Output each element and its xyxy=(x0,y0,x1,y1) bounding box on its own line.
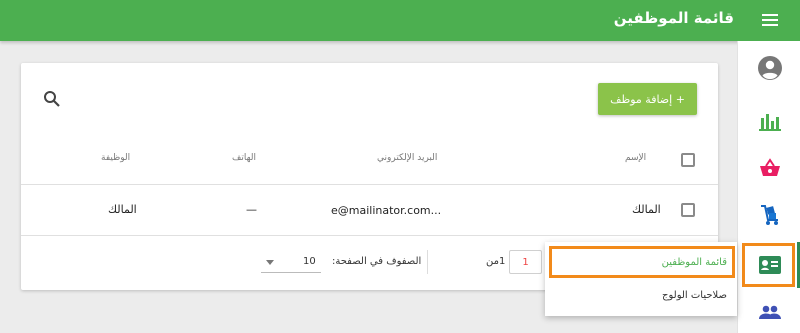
sidebar-item-profile[interactable] xyxy=(738,45,800,91)
sidebar-item-purchases[interactable] xyxy=(738,192,800,238)
select-all-checkbox[interactable] xyxy=(681,153,695,167)
row-checkbox[interactable] xyxy=(681,203,695,217)
hamburger-menu-icon[interactable] xyxy=(762,14,778,26)
group-icon xyxy=(758,305,781,319)
cell-email: e@mailinator.com... xyxy=(331,204,442,217)
sidebar-item-stats[interactable] xyxy=(738,99,800,145)
bar-chart-icon xyxy=(758,114,781,131)
menu-item-access-permissions[interactable]: صلاحيات الولوج xyxy=(662,290,727,301)
column-header-email[interactable]: البريد الإلكتروني xyxy=(377,153,437,163)
sidebar xyxy=(737,41,800,333)
add-employee-button[interactable]: + إضافة موظف xyxy=(598,83,697,115)
chevron-down-icon xyxy=(266,260,274,265)
highlight-box xyxy=(742,243,795,287)
user-circle-icon xyxy=(757,56,782,80)
top-app-bar: قائمة الموظفين xyxy=(0,0,800,41)
column-header-phone[interactable]: الهاتف xyxy=(232,153,256,163)
employees-submenu: قائمة الموظفين صلاحيات الولوج xyxy=(545,242,737,316)
cell-job: المالك xyxy=(108,203,137,216)
rows-per-page-value: 10 xyxy=(303,256,316,267)
rows-per-page-label: الصفوف في الصفحة: xyxy=(332,256,422,267)
column-header-job[interactable]: الوظيفة xyxy=(101,153,130,163)
search-icon[interactable] xyxy=(43,90,61,112)
page-of-label: 1من xyxy=(486,256,506,267)
column-header-name[interactable]: الإسم xyxy=(625,153,646,163)
page-title: قائمة الموظفين xyxy=(613,9,734,27)
cell-phone: — xyxy=(246,203,257,216)
divider xyxy=(21,235,718,236)
sidebar-item-clients[interactable] xyxy=(738,289,800,333)
page-number-input[interactable]: 1 xyxy=(509,250,542,274)
cart-icon xyxy=(760,205,778,225)
divider xyxy=(427,250,428,274)
basket-icon xyxy=(759,158,780,176)
menu-item-employee-list[interactable]: قائمة الموظفين xyxy=(662,257,727,268)
divider xyxy=(21,184,718,185)
cell-name: المالك xyxy=(632,203,661,216)
sidebar-item-sales[interactable] xyxy=(738,145,800,191)
